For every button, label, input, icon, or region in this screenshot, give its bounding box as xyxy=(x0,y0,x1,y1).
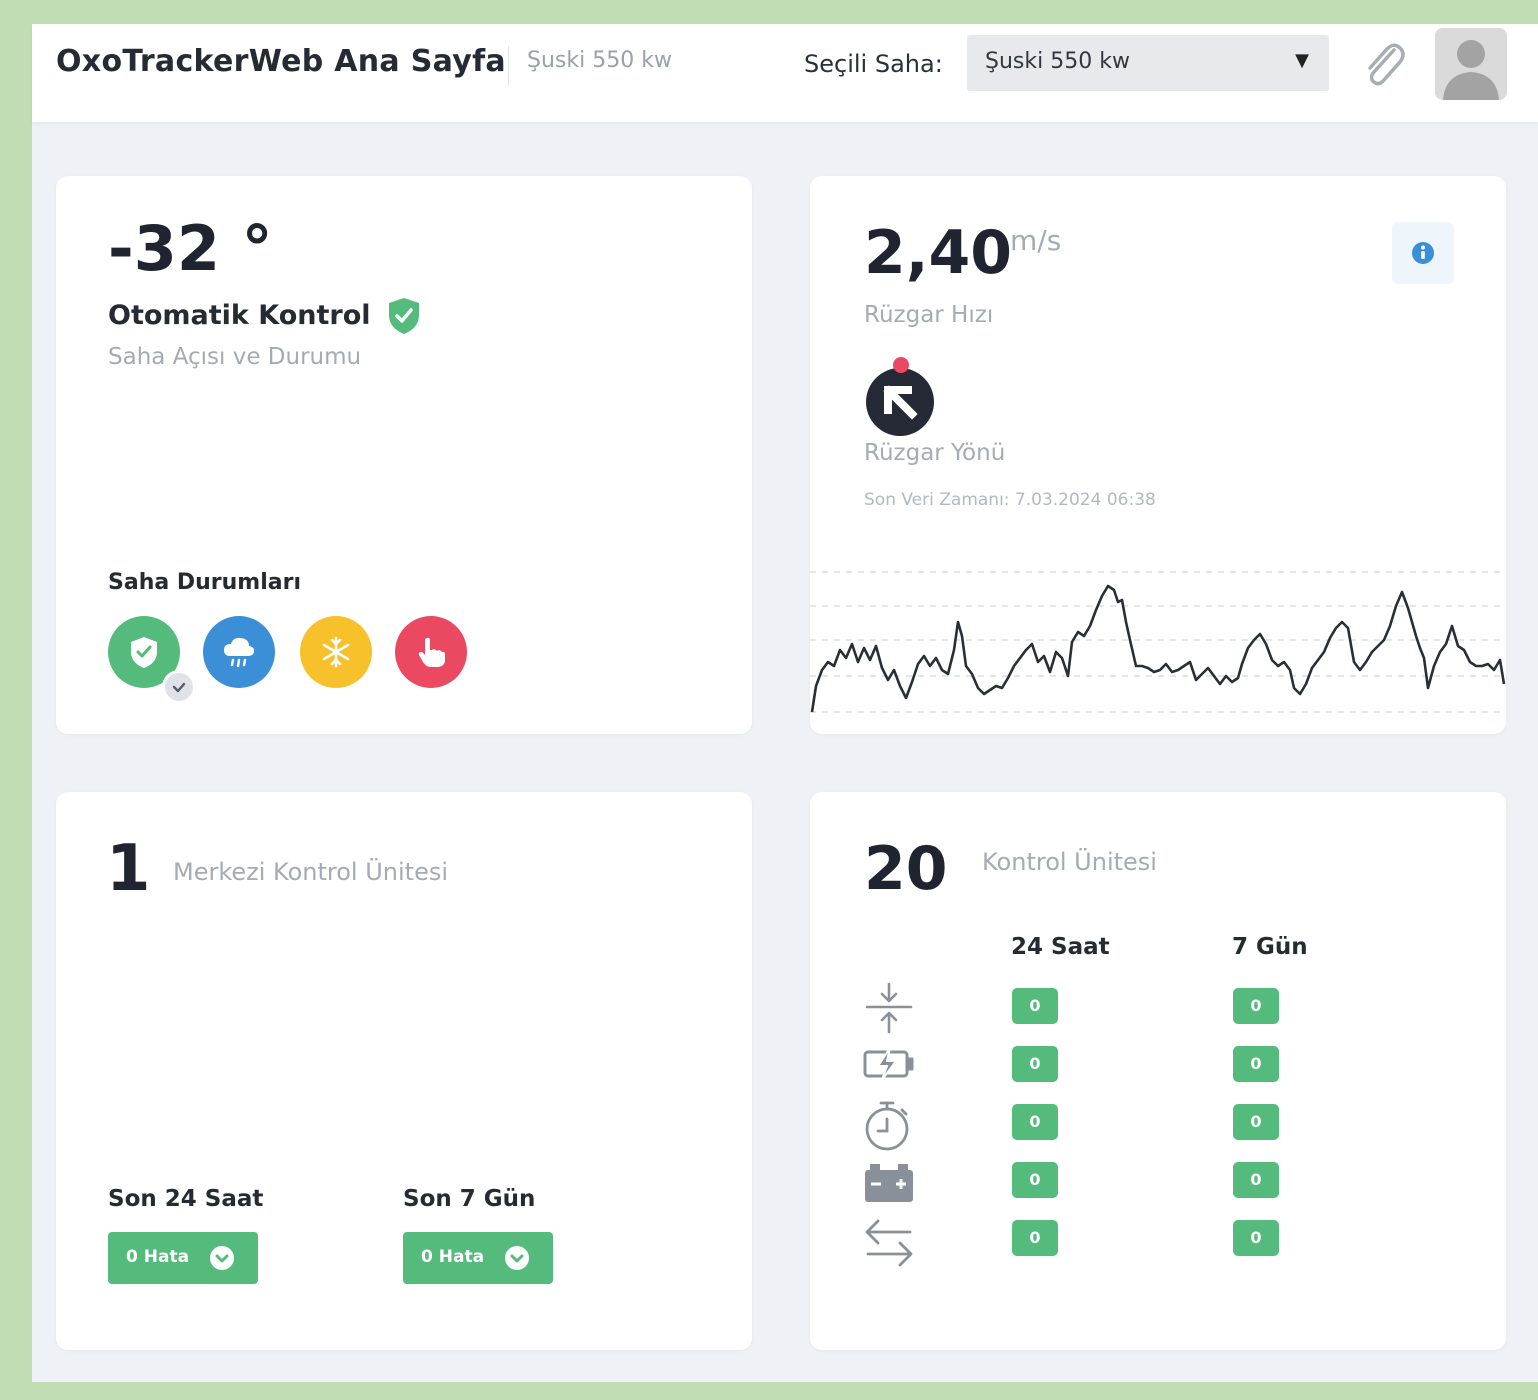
compress-arrows-icon xyxy=(862,982,916,1038)
row3-7d-count[interactable]: 0 xyxy=(1233,1104,1279,1140)
wind-sparkline xyxy=(810,571,1506,713)
paperclip-icon[interactable] xyxy=(1354,36,1410,92)
car-battery-icon xyxy=(862,1162,916,1210)
charging-battery-icon xyxy=(862,1044,916,1088)
column-7d-header: 7 Gün xyxy=(1232,934,1308,960)
row1-7d-count[interactable]: 0 xyxy=(1233,988,1279,1024)
last-7d-label: Son 7 Gün xyxy=(403,1186,536,1212)
control-mode-label: Otomatik Kontrol xyxy=(108,300,371,331)
row5-7d-count[interactable]: 0 xyxy=(1233,1220,1279,1256)
top-header: OxoTrackerWeb Ana Sayfa Şuski 550 kw Seç… xyxy=(32,24,1538,122)
site-angle-value: -32 ° xyxy=(108,212,273,285)
site-angle-card: -32 ° Otomatik Kontrol Saha Açısı ve Dur… xyxy=(56,176,752,734)
column-24h-header: 24 Saat xyxy=(1011,934,1110,960)
row4-7d-count[interactable]: 0 xyxy=(1233,1162,1279,1198)
exchange-arrows-icon xyxy=(862,1216,916,1274)
site-select-label: Seçili Saha: xyxy=(804,50,943,78)
control-unit-card: 20 Kontrol Ünitesi 24 Saat 7 Gün 0 0 0 0… xyxy=(810,792,1506,1350)
status-manual[interactable] xyxy=(395,616,467,688)
site-statuses-title: Saha Durumları xyxy=(108,570,301,595)
frame-left-notch xyxy=(0,812,12,1400)
user-avatar[interactable] xyxy=(1435,28,1507,100)
site-select[interactable]: Şuski 550 kw ▼ xyxy=(967,35,1329,91)
status-snow[interactable] xyxy=(300,616,372,688)
info-button[interactable] xyxy=(1392,222,1454,284)
angle-description: Saha Açısı ve Durumu xyxy=(108,344,362,370)
status-rain[interactable] xyxy=(203,616,275,688)
page-title: OxoTrackerWeb Ana Sayfa xyxy=(56,44,506,79)
chevron-down-icon xyxy=(505,1246,529,1270)
info-icon xyxy=(1412,242,1434,264)
control-unit-label: Kontrol Ünitesi xyxy=(982,848,1157,876)
row1-24h-count[interactable]: 0 xyxy=(1012,988,1058,1024)
wind-speed-value: 2,40 xyxy=(864,218,1013,288)
hand-pointer-icon xyxy=(418,637,445,667)
last-24h-errors-button[interactable]: 0 Hata xyxy=(108,1232,258,1284)
rain-cloud-icon xyxy=(224,637,255,668)
page-subtitle: Şuski 550 kw xyxy=(527,48,672,73)
chevron-down-icon xyxy=(210,1246,234,1270)
last-data-time: Son Veri Zamanı: 7.03.2024 06:38 xyxy=(864,490,1156,510)
central-unit-label: Merkezi Kontrol Ünitesi xyxy=(173,858,449,886)
title-divider xyxy=(508,46,509,86)
app-window: OxoTrackerWeb Ana Sayfa Şuski 550 kw Seç… xyxy=(32,24,1538,1382)
site-select-value: Şuski 550 kw xyxy=(985,49,1130,74)
row4-24h-count[interactable]: 0 xyxy=(1012,1162,1058,1198)
last-7d-errors-button[interactable]: 0 Hata xyxy=(403,1232,553,1284)
row3-24h-count[interactable]: 0 xyxy=(1012,1104,1058,1140)
wind-direction-compass-icon xyxy=(864,354,938,442)
wind-card: 2,40 m/s Rüzgar Hızı Rüzgar Yönü Son Ver… xyxy=(810,176,1506,734)
central-unit-card: 1 Merkezi Kontrol Ünitesi Son 24 Saat 0 … xyxy=(56,792,752,1350)
last-24h-label: Son 24 Saat xyxy=(108,1186,264,1212)
control-unit-count: 20 xyxy=(864,834,948,904)
wind-direction-label: Rüzgar Yönü xyxy=(864,440,1006,466)
last-7d-errors-text: 0 Hata xyxy=(421,1247,485,1267)
row5-24h-count[interactable]: 0 xyxy=(1012,1220,1058,1256)
check-badge-icon xyxy=(162,670,196,704)
wind-speed-unit: m/s xyxy=(1010,224,1062,257)
wind-speed-label: Rüzgar Hızı xyxy=(864,302,994,328)
caret-down-icon: ▼ xyxy=(1295,50,1309,71)
shield-check-icon xyxy=(131,637,157,668)
last-24h-errors-text: 0 Hata xyxy=(126,1247,190,1267)
row2-24h-count[interactable]: 0 xyxy=(1012,1046,1058,1082)
stopwatch-icon xyxy=(862,1100,916,1156)
row2-7d-count[interactable]: 0 xyxy=(1233,1046,1279,1082)
central-unit-count: 1 xyxy=(106,832,151,906)
shield-check-icon xyxy=(386,296,422,340)
snowflake-icon xyxy=(322,636,350,668)
